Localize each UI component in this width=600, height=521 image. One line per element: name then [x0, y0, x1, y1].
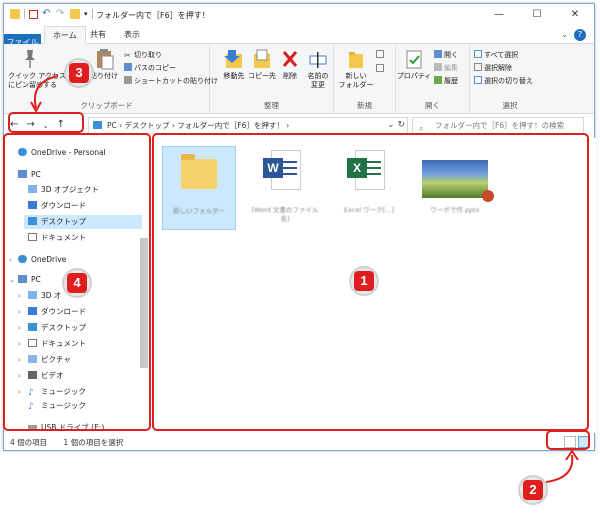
annotation-badge-4: 4 [62, 268, 92, 298]
badge-number: 1 [354, 271, 374, 291]
annotation-badge-2: 2 [518, 475, 548, 505]
badge-number: 2 [523, 480, 543, 500]
badge-number: 3 [69, 63, 89, 83]
annotation-badge-3: 3 [64, 58, 94, 88]
annotation-badge-1: 1 [349, 266, 379, 296]
badge-number: 4 [67, 273, 87, 293]
